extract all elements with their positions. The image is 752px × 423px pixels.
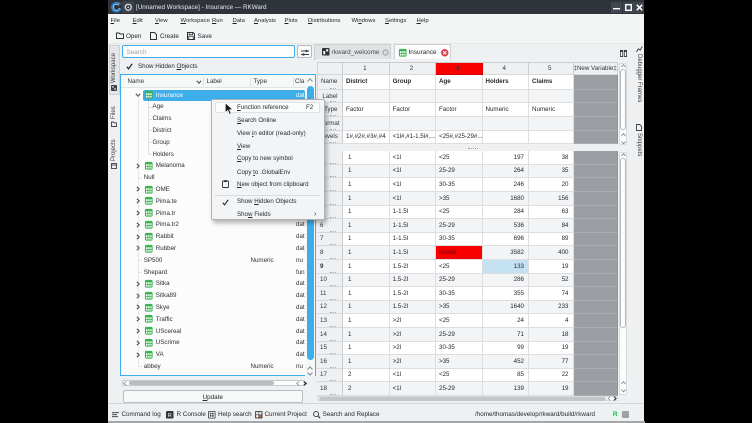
svg-text:R: R — [168, 413, 172, 419]
